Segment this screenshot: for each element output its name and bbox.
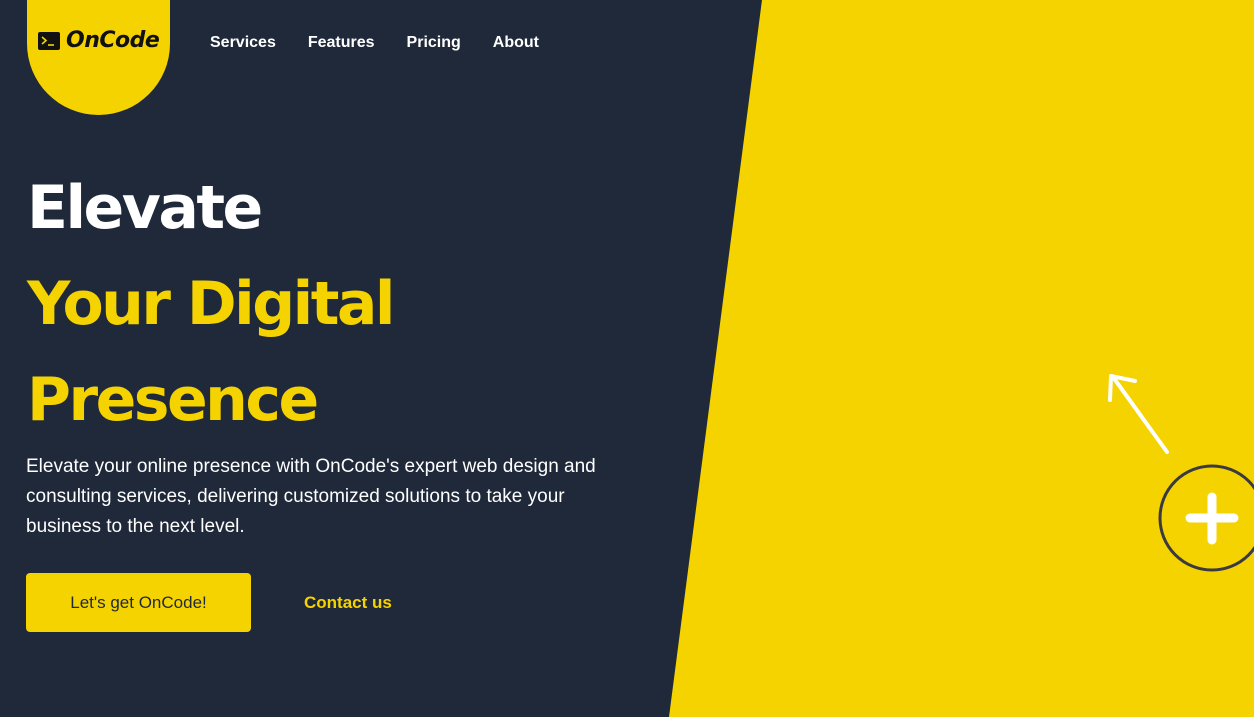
terminal-icon — [38, 31, 60, 50]
wireframe-card-front — [560, 108, 1097, 353]
get-oncode-button[interactable]: Let's get OnCode! — [26, 573, 251, 632]
plus-icon — [1158, 464, 1254, 572]
wireframe-card-bottom — [560, 558, 896, 658]
wireframe-card-back — [560, 51, 971, 501]
brand-logo[interactable]: OnCode — [38, 28, 160, 53]
hero-title: Elevate Your Digital Presence — [27, 160, 395, 448]
landing-page: OnCode Services Features Pricing About E… — [0, 0, 1254, 717]
hero-description: Elevate your online presence with OnCode… — [26, 456, 596, 537]
nav-item-pricing[interactable]: Pricing — [407, 33, 461, 53]
hero-title-line-2: Your Digital — [27, 269, 395, 339]
nav-item-features[interactable]: Features — [308, 33, 375, 53]
nav-item-services[interactable]: Services — [210, 33, 276, 53]
brand-name: OnCode — [66, 28, 160, 53]
hero-title-line-1: Elevate — [27, 173, 263, 243]
nav-item-about[interactable]: About — [493, 33, 539, 53]
arrow-icon — [1108, 374, 1169, 454]
main-nav: Services Features Pricing About — [210, 33, 571, 53]
hero-title-line-3: Presence — [27, 365, 319, 435]
contact-us-link[interactable]: Contact us — [304, 593, 392, 613]
